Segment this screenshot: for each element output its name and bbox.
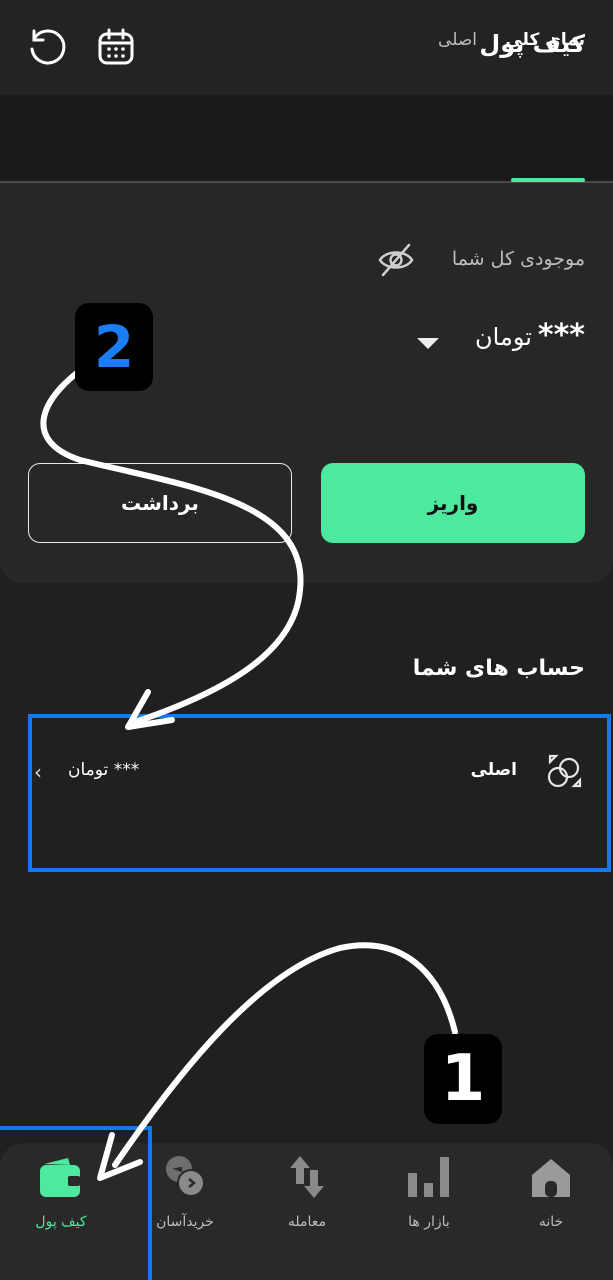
bar-chart-icon: [405, 1152, 453, 1202]
home-icon: [527, 1152, 575, 1202]
tab-overview[interactable]: نمای کلی: [505, 30, 585, 50]
nav-trade[interactable]: معامله: [252, 1152, 362, 1252]
nav-label: معامله: [287, 1214, 327, 1230]
tab-main[interactable]: اصلی: [438, 30, 477, 50]
wallet-highlight-frame: [0, 1126, 152, 1280]
account-name: اصلی: [470, 760, 517, 780]
currency-dropdown-icon[interactable]: [417, 338, 439, 349]
step-badge-1: 1: [424, 1034, 502, 1124]
total-balance-value: ***تومان: [475, 318, 585, 353]
nav-label: خانه: [538, 1214, 564, 1230]
step-badge-2: 2: [75, 303, 153, 391]
total-balance-label: موجودی کل شما: [451, 248, 585, 270]
tab-bar: [0, 95, 613, 183]
account-balance: *** تومان: [68, 760, 140, 780]
calendar-icon[interactable]: [94, 25, 138, 69]
accounts-section-title: حساب های شما: [412, 656, 585, 681]
withdraw-button[interactable]: برداشت: [28, 463, 292, 543]
active-tab-indicator: [511, 178, 585, 182]
nav-label: خریدآسان: [156, 1214, 214, 1230]
deposit-button[interactable]: واریز: [321, 463, 585, 543]
eye-off-icon[interactable]: [376, 240, 416, 280]
refresh-icon[interactable]: [24, 25, 68, 69]
coins-icon: [161, 1152, 209, 1202]
nav-label: بازار ها: [408, 1214, 450, 1230]
nav-markets[interactable]: بازار ها: [374, 1152, 484, 1252]
nav-home[interactable]: خانه: [496, 1152, 606, 1252]
chevron-left-icon[interactable]: ‹: [34, 760, 42, 784]
swap-arrows-icon: [283, 1152, 331, 1202]
balance-unit: تومان: [475, 323, 532, 351]
coins-icon: [544, 750, 586, 792]
balance-amount: ***: [537, 318, 585, 353]
account-row-main[interactable]: [28, 714, 611, 872]
